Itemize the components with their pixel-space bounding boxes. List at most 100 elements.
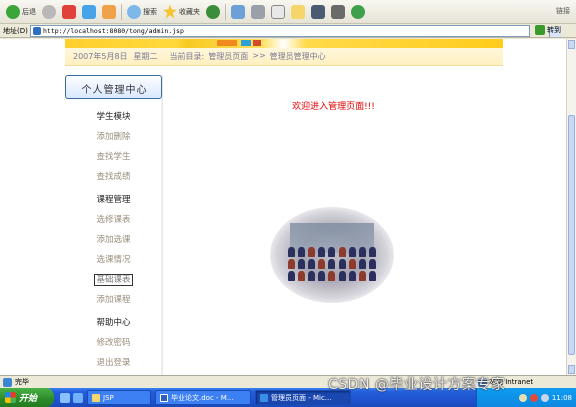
photo-person: [328, 271, 336, 281]
watermark: CSDN @毕业设计方案专家: [328, 377, 506, 393]
go-arrow-icon: [535, 25, 545, 35]
address-label: 地址(D): [3, 26, 28, 35]
menu-item-find-grades[interactable]: 查找成绩: [65, 167, 162, 187]
scroll-up-button[interactable]: [568, 40, 575, 49]
search-button[interactable]: 搜索: [124, 2, 160, 22]
sidebar-header: 个人管理中心: [65, 75, 162, 99]
menu-item-basic-courses-label: 基础课表: [94, 274, 133, 286]
photo-person: [359, 259, 367, 269]
research-button[interactable]: [328, 2, 348, 22]
printer-icon: [251, 4, 265, 19]
mail-button[interactable]: [228, 2, 248, 22]
address-input[interactable]: http://localhost:8080/tong/admin.jsp: [30, 25, 561, 37]
menu-item-add-delete[interactable]: 添加删除: [65, 127, 162, 147]
breadcrumb-separator: >>: [252, 51, 266, 60]
photo-row: [286, 271, 378, 281]
sidebar: 个人管理中心 学生模块 添加删除 查找学生 查找成绩 课程管理 选修课表 添加选…: [65, 75, 162, 375]
scroll-down-button[interactable]: [568, 365, 575, 374]
photo-person: [369, 247, 377, 257]
desktop-quicklaunch-icon[interactable]: [73, 392, 83, 403]
photo-person: [287, 259, 295, 269]
ie-icon: [260, 393, 268, 402]
banner-block-2: [241, 40, 251, 46]
menu-item-find-student[interactable]: 查找学生: [65, 147, 162, 167]
date-bar: 2007年5月8日 星期二 当前目录: 管理员页面 >> 管理员管理中心: [65, 48, 503, 66]
menu-group-course: 课程管理: [96, 195, 131, 205]
vertical-scrollbar[interactable]: [566, 39, 576, 375]
forward-button[interactable]: [39, 2, 59, 22]
stop-icon: [62, 4, 76, 19]
antivirus-tray-icon[interactable]: [529, 393, 538, 402]
photo-person: [328, 247, 336, 257]
menu-item-add-elective[interactable]: 添加选课: [65, 230, 162, 250]
photo-person: [308, 259, 316, 269]
photo-person: [338, 259, 346, 269]
refresh-icon: [82, 4, 96, 19]
main-panel: 欢迎进入管理页面!!!: [162, 75, 503, 375]
taskbar-item-label: 毕业论文.doc - M...: [171, 393, 234, 402]
folder-button[interactable]: [288, 2, 308, 22]
breadcrumb-admin-center[interactable]: 管理员管理中心: [270, 51, 326, 62]
breadcrumb-admin-page[interactable]: 管理员页面: [208, 51, 248, 62]
photo-person: [369, 259, 377, 269]
taskbar-item-word[interactable]: 毕业论文.doc - M...: [155, 390, 251, 405]
header-banner: [65, 39, 503, 48]
folder-icon: [291, 4, 305, 19]
mail-icon: [231, 4, 245, 19]
start-button[interactable]: 开始: [0, 388, 54, 407]
home-button[interactable]: [99, 2, 119, 22]
history-button[interactable]: [203, 2, 223, 22]
stop-button[interactable]: [59, 2, 79, 22]
photo-person: [297, 247, 305, 257]
edit-icon: [271, 4, 285, 19]
star-icon: [163, 4, 177, 19]
ie-page-icon: [33, 27, 41, 35]
photo-person: [287, 247, 295, 257]
start-label: 开始: [19, 394, 38, 404]
go-button[interactable]: 转到: [535, 25, 561, 35]
taskbar-item-jsp[interactable]: JSP: [87, 390, 151, 405]
scroll-thumb[interactable]: [568, 115, 575, 355]
breadcrumb: 当前目录: 管理员页面 >> 管理员管理中心: [170, 51, 326, 62]
messenger-icon: [311, 4, 325, 19]
links-label[interactable]: 链接: [556, 6, 570, 16]
menu-item-elective-list[interactable]: 选修课表: [65, 210, 162, 230]
print-button[interactable]: [248, 2, 268, 22]
page-status-icon: [3, 377, 12, 387]
menu-item-change-password[interactable]: 修改密码: [65, 333, 162, 353]
photo-person: [318, 259, 326, 269]
refresh-button[interactable]: [79, 2, 99, 22]
photo-person: [318, 247, 326, 257]
welcome-message: 欢迎进入管理页面!!!: [292, 102, 375, 112]
forward-arrow-icon: [42, 4, 56, 19]
menu-item-add-course[interactable]: 添加课程: [65, 290, 162, 310]
photo-person: [348, 259, 356, 269]
current-date: 2007年5月8日: [73, 52, 128, 61]
menu-group-student: 学生模块: [96, 112, 131, 122]
photo-person: [338, 271, 346, 281]
volume-tray-icon[interactable]: [540, 393, 549, 402]
msn-button[interactable]: [348, 2, 368, 22]
photo-row: [286, 247, 378, 257]
favorites-button[interactable]: 收藏夹: [160, 2, 203, 22]
quick-launch: [60, 392, 83, 403]
menu-item-basic-courses[interactable]: 基础课表: [65, 270, 162, 290]
sidebar-menu: 学生模块 添加删除 查找学生 查找成绩 课程管理 选修课表 添加选课 选课情况 …: [65, 107, 162, 373]
clock[interactable]: 11:08: [552, 394, 572, 402]
back-label: 后退: [22, 7, 36, 16]
edit-button[interactable]: [268, 2, 288, 22]
windows-logo-icon: [5, 392, 16, 403]
messenger-button[interactable]: [308, 2, 328, 22]
graduation-photo: [270, 207, 394, 303]
back-button[interactable]: 后退: [3, 2, 39, 22]
menu-item-elective-status[interactable]: 选课情况: [65, 250, 162, 270]
taskbar-item-label: 管理员页面 - Mic...: [271, 393, 332, 402]
menu-item-logout[interactable]: 退出登录: [65, 353, 162, 373]
banner-block-3: [253, 40, 261, 46]
taskbar-item-label: JSP: [103, 393, 114, 402]
photo-person: [348, 247, 356, 257]
ie-quicklaunch-icon[interactable]: [60, 392, 70, 403]
photo-person: [297, 271, 305, 281]
favorites-label: 收藏夹: [179, 7, 200, 16]
network-tray-icon[interactable]: [518, 393, 527, 402]
